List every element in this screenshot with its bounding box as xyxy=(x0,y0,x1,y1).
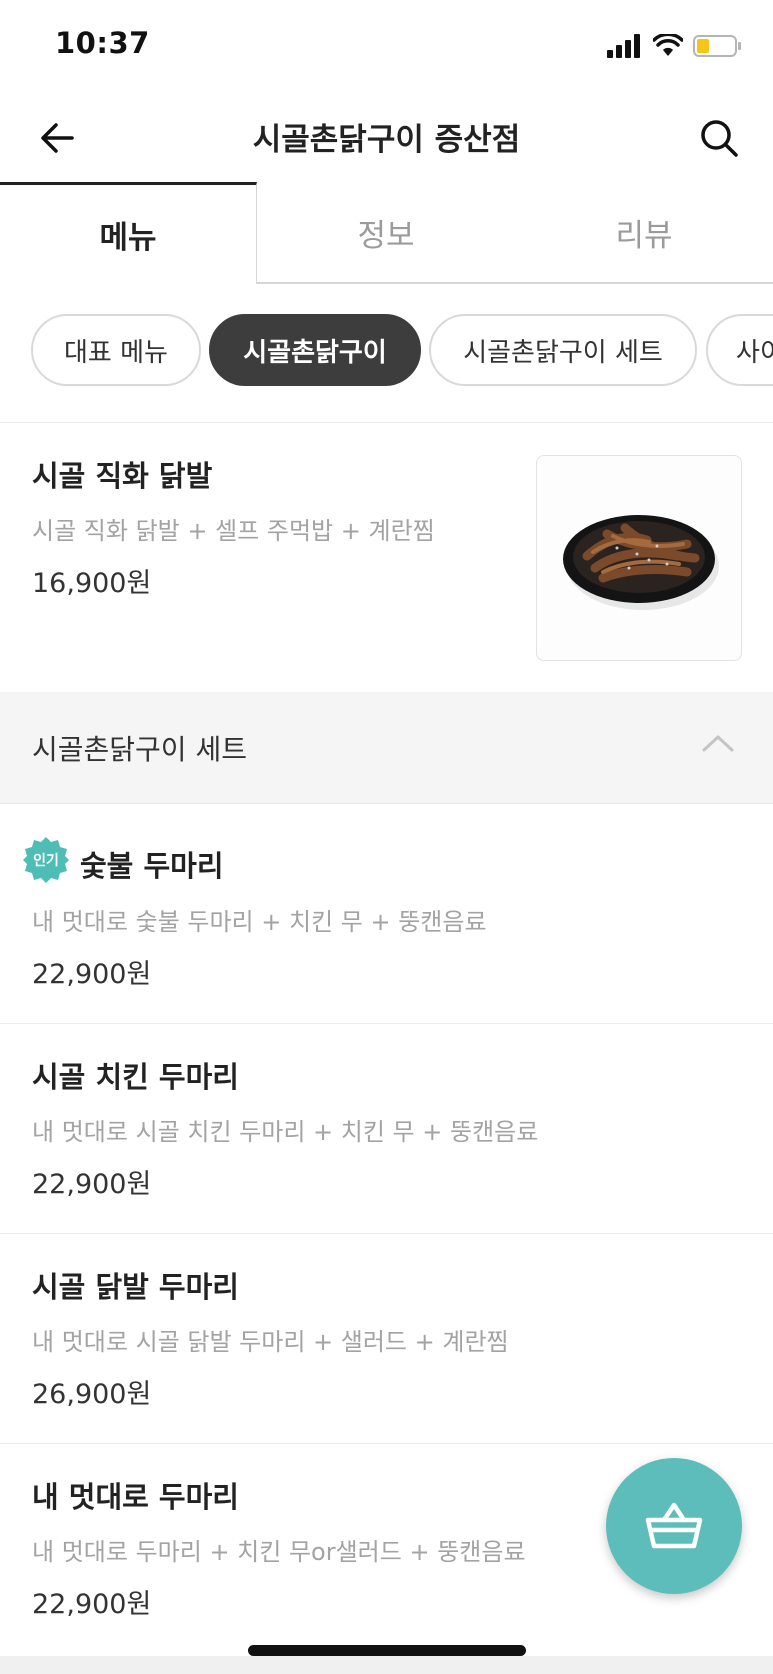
menu-item-chicken-two[interactable]: 시골 치킨 두마리 내 멋대로 시골 치킨 두마리 + 치킨 무 + 뚱캔음료 … xyxy=(0,1024,773,1234)
chevron-up-icon xyxy=(702,735,734,752)
chip-label: 시골촌닭구이 세트 xyxy=(463,337,663,368)
bottom-strip xyxy=(0,1656,773,1674)
item-desc: 내 멋대로 시골 닭발 두마리 + 샐러드 + 계란찜 xyxy=(32,1328,509,1356)
search-icon xyxy=(701,120,738,157)
chip-signature-menu[interactable]: 대표 메뉴 xyxy=(31,314,201,386)
status-time: 10:37 xyxy=(55,26,150,60)
item-price: 22,900원 xyxy=(32,1169,152,1200)
battery-icon xyxy=(693,35,741,57)
status-icons xyxy=(607,34,743,58)
home-indicator xyxy=(248,1645,526,1656)
section-header-set[interactable]: 시골촌닭구이 세트 xyxy=(0,692,773,804)
category-chips: 대표 메뉴 시골촌닭구이 시골촌닭구이 세트 사이 xyxy=(0,314,773,390)
basket-icon xyxy=(645,1502,703,1549)
page-title: 시골촌닭구이 증산점 xyxy=(252,122,521,158)
status-bar: 10:37 xyxy=(0,0,773,96)
tab-info[interactable]: 정보 xyxy=(257,182,515,284)
tab-menu-label: 메뉴 xyxy=(99,220,157,256)
item-price: 22,900원 xyxy=(32,1589,152,1620)
chip-label: 사이 xyxy=(736,337,773,368)
wifi-icon xyxy=(653,34,683,56)
item-name: 내 멋대로 두마리 xyxy=(32,1480,239,1514)
nav-bar: 시골촌닭구이 증산점 xyxy=(0,96,773,182)
tab-reviews[interactable]: 리뷰 xyxy=(515,182,773,284)
menu-item-feet-two[interactable]: 시골 닭발 두마리 내 멋대로 시골 닭발 두마리 + 샐러드 + 계란찜 26… xyxy=(0,1234,773,1444)
item-name: 시골 닭발 두마리 xyxy=(32,1270,239,1304)
tab-info-label: 정보 xyxy=(357,217,415,254)
search-button[interactable] xyxy=(693,112,745,164)
badge-label: 인기 xyxy=(33,853,59,869)
chip-sigolchon-set[interactable]: 시골촌닭구이 세트 xyxy=(429,314,697,386)
item-price: 16,900원 xyxy=(32,568,152,599)
item-desc: 내 멋대로 두마리 + 치킨 무or샐러드 + 뚱캔음료 xyxy=(32,1538,526,1566)
item-desc: 시골 직화 닭발 + 셀프 주먹밥 + 계란찜 xyxy=(32,517,435,545)
item-price: 22,900원 xyxy=(32,959,152,990)
item-thumbnail[interactable] xyxy=(536,455,742,661)
popular-badge: 인기 xyxy=(22,836,70,884)
cart-button[interactable] xyxy=(606,1458,742,1594)
chip-side[interactable]: 사이 xyxy=(706,314,773,386)
item-desc: 내 멋대로 시골 치킨 두마리 + 치킨 무 + 뚱캔음료 xyxy=(32,1118,539,1146)
chip-label: 시골촌닭구이 xyxy=(243,337,387,368)
item-price: 26,900원 xyxy=(32,1379,152,1410)
item-desc: 내 멋대로 숯불 두마리 + 치킨 무 + 뚱캔음료 xyxy=(32,908,487,936)
item-name: 시골 치킨 두마리 xyxy=(32,1060,239,1094)
menu-item-charcoal-two[interactable]: 숯불 두마리 내 멋대로 숯불 두마리 + 치킨 무 + 뚱캔음료 22,900… xyxy=(0,805,773,1023)
item-name: 숯불 두마리 xyxy=(80,849,224,883)
chicken-feet-dish-image xyxy=(563,515,719,610)
chip-label: 대표 메뉴 xyxy=(64,337,168,368)
tab-menu[interactable]: 메뉴 xyxy=(0,182,257,284)
chip-sigolchon-chicken[interactable]: 시골촌닭구이 xyxy=(209,314,421,386)
section-title: 시골촌닭구이 세트 xyxy=(32,733,247,766)
tab-bar: 메뉴 정보 리뷰 xyxy=(0,182,773,284)
signal-icon xyxy=(607,34,640,58)
tab-reviews-label: 리뷰 xyxy=(615,217,673,254)
item-name: 시골 직화 닭발 xyxy=(32,459,213,493)
